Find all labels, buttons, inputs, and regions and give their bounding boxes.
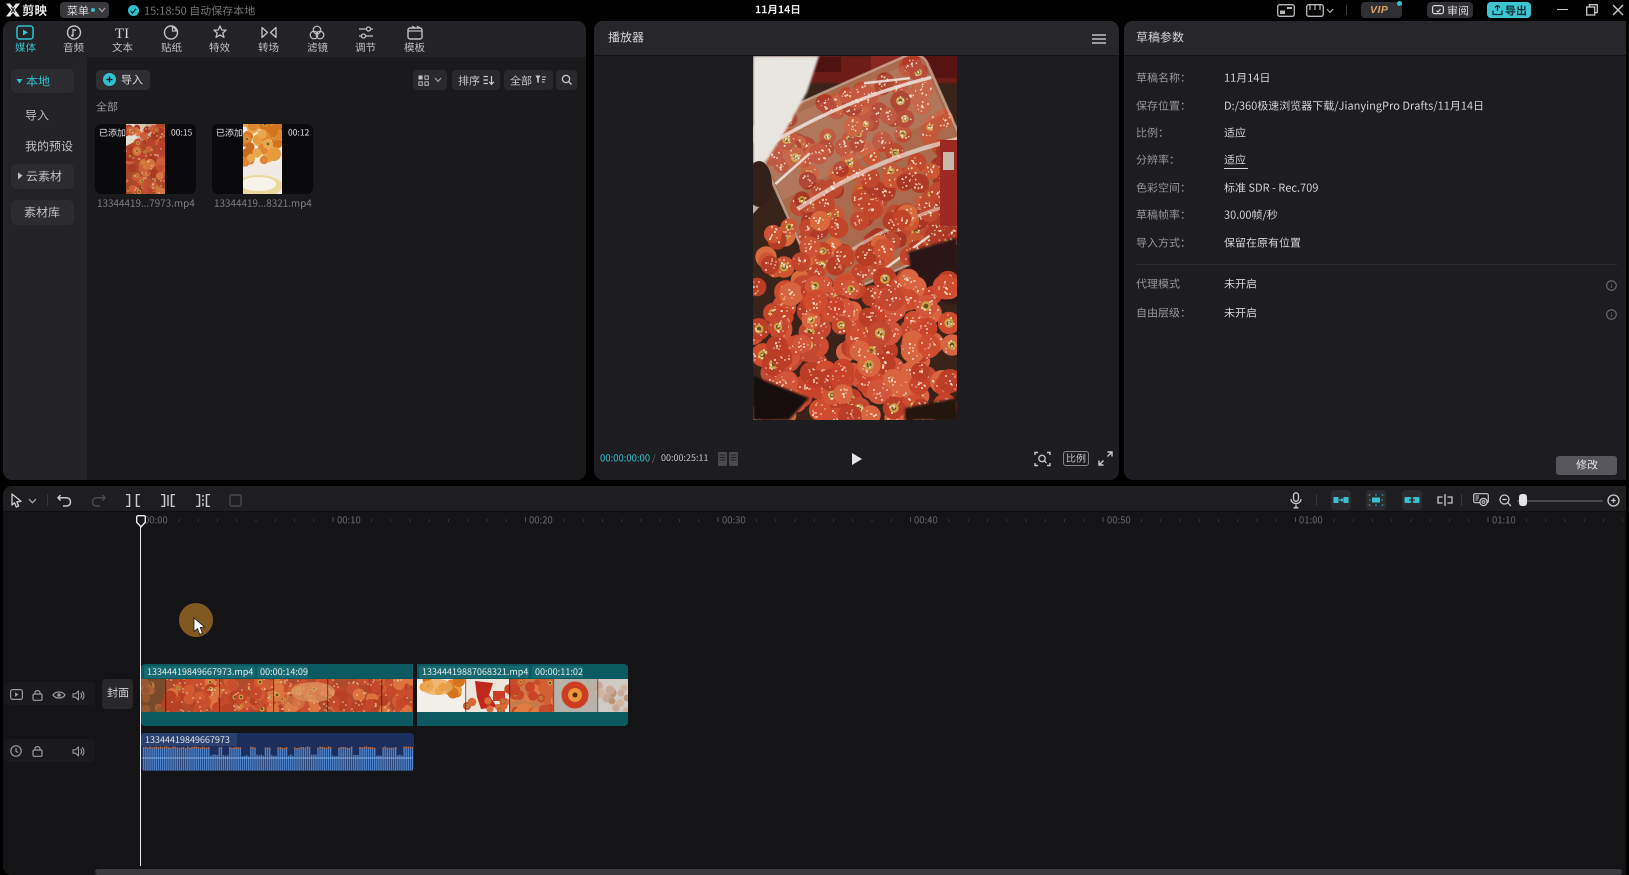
svg-text:i: i (1611, 282, 1613, 290)
svg-text:i: i (1611, 311, 1613, 319)
svg-text:TI: TI (115, 26, 129, 41)
